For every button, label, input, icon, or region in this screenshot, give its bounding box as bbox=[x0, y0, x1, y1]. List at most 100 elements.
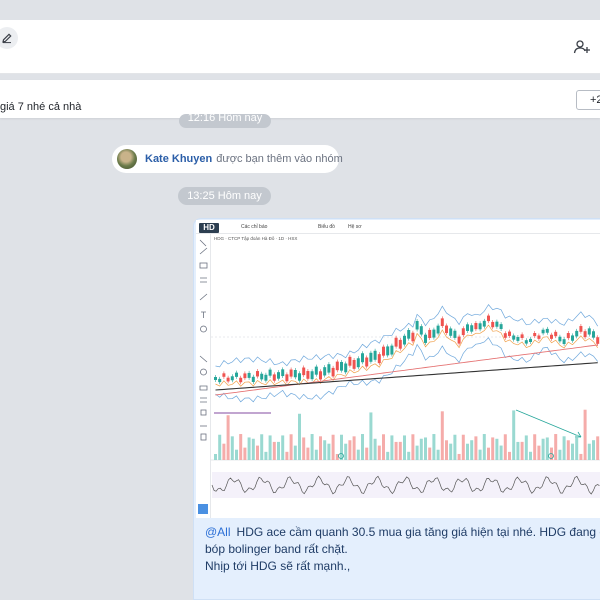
candle bbox=[432, 329, 436, 338]
candle bbox=[579, 326, 583, 332]
candle bbox=[264, 374, 268, 381]
candle bbox=[323, 367, 327, 376]
pinned-message-bar[interactable] bbox=[0, 80, 600, 118]
volume-bar bbox=[285, 451, 289, 460]
volume-bar bbox=[415, 445, 419, 460]
volume-bar bbox=[537, 445, 541, 460]
candle bbox=[390, 345, 394, 355]
candle bbox=[550, 334, 553, 339]
candle bbox=[314, 366, 318, 375]
volume-bar bbox=[491, 437, 495, 460]
volume-bar bbox=[377, 445, 381, 460]
conversation-header bbox=[0, 20, 600, 74]
volume-bar bbox=[428, 447, 432, 460]
volume-bar bbox=[331, 434, 335, 460]
moving-average-mid bbox=[215, 344, 598, 396]
candle bbox=[293, 370, 297, 378]
volume-bar bbox=[541, 438, 545, 460]
candle bbox=[289, 369, 293, 377]
candle bbox=[344, 363, 348, 373]
pinned-message-text[interactable]: giá 7 nhé cả nhà bbox=[0, 101, 81, 113]
volume-bar bbox=[260, 434, 264, 460]
candle bbox=[335, 361, 339, 371]
volume-bar bbox=[466, 443, 469, 460]
candle bbox=[340, 361, 343, 371]
candle bbox=[218, 378, 222, 383]
candle bbox=[424, 334, 427, 343]
candle bbox=[230, 376, 234, 381]
candle bbox=[382, 346, 385, 356]
candle bbox=[541, 329, 545, 334]
volume-bar bbox=[319, 436, 322, 460]
volume-bar bbox=[247, 437, 251, 460]
volume-bar bbox=[554, 434, 558, 460]
candle bbox=[319, 371, 322, 380]
volume-bar bbox=[369, 412, 373, 460]
volume-bar bbox=[277, 441, 280, 460]
volume-bar bbox=[214, 454, 217, 460]
candle bbox=[407, 330, 411, 339]
volume-bar bbox=[386, 451, 390, 460]
pinned-more-button[interactable]: +2 bbox=[576, 90, 600, 110]
candle bbox=[365, 357, 369, 367]
candle bbox=[302, 367, 306, 376]
candle bbox=[356, 358, 360, 368]
candle bbox=[268, 369, 272, 376]
candle bbox=[272, 374, 276, 381]
add-member-icon[interactable] bbox=[573, 38, 591, 56]
candle bbox=[260, 373, 264, 380]
candle bbox=[310, 371, 314, 380]
candle bbox=[482, 320, 486, 327]
candle bbox=[243, 373, 247, 379]
candle bbox=[281, 369, 285, 377]
volume-bar bbox=[453, 434, 457, 460]
volume-bar bbox=[268, 435, 272, 460]
volume-bar bbox=[583, 409, 587, 460]
volume-bar bbox=[218, 434, 222, 460]
message-line-1: HDG ace cầm quanh 30.5 mua gia tăng giá … bbox=[236, 525, 600, 539]
mention-all[interactable]: @All bbox=[205, 525, 231, 539]
system-notification: Kate Khuyen được bạn thêm vào nhóm bbox=[112, 145, 343, 173]
candle bbox=[214, 377, 217, 380]
candle bbox=[566, 333, 570, 339]
candle bbox=[415, 321, 419, 330]
candle bbox=[256, 371, 259, 377]
volume-bar bbox=[344, 443, 348, 460]
member-name[interactable]: Kate Khuyen bbox=[145, 153, 212, 165]
candle bbox=[575, 330, 579, 337]
volume-bar bbox=[482, 434, 486, 460]
timestamp-divider: 12:16 Hôm nay bbox=[179, 113, 271, 128]
candle bbox=[222, 373, 226, 377]
candle bbox=[466, 324, 469, 331]
candle bbox=[419, 326, 423, 335]
candle bbox=[403, 335, 406, 345]
window-top-strip bbox=[0, 0, 600, 20]
candle bbox=[592, 331, 595, 338]
volume-bar bbox=[524, 435, 528, 460]
volume-bar bbox=[230, 436, 234, 460]
volume-bar bbox=[251, 438, 255, 460]
candle bbox=[491, 321, 495, 328]
volume-bar bbox=[487, 447, 490, 460]
volume-bar bbox=[403, 435, 406, 460]
volume-bar bbox=[566, 440, 570, 460]
chart-image[interactable]: Các chỉ báo Biểu đồ Hệ sơ HD HDG · CTCP … bbox=[196, 220, 600, 518]
volume-bar bbox=[306, 447, 310, 460]
volume-bar bbox=[562, 436, 566, 460]
candle bbox=[474, 322, 478, 330]
volume-bar bbox=[323, 440, 327, 460]
candle bbox=[461, 328, 465, 336]
volume-bar bbox=[239, 434, 243, 460]
volume-bar bbox=[222, 443, 226, 460]
volume-bar bbox=[478, 449, 482, 460]
volume-bar bbox=[587, 443, 591, 460]
volume-bar bbox=[440, 411, 444, 460]
avatar[interactable] bbox=[117, 149, 137, 169]
volume-bar bbox=[579, 453, 583, 460]
volume-bar bbox=[407, 451, 411, 460]
volume-bar bbox=[298, 413, 301, 460]
candle bbox=[512, 335, 516, 340]
message-text: @All HDG ace cầm quanh 30.5 mua gia tăng … bbox=[205, 524, 600, 575]
volume-bar bbox=[470, 440, 474, 460]
volume-bar bbox=[445, 440, 448, 460]
